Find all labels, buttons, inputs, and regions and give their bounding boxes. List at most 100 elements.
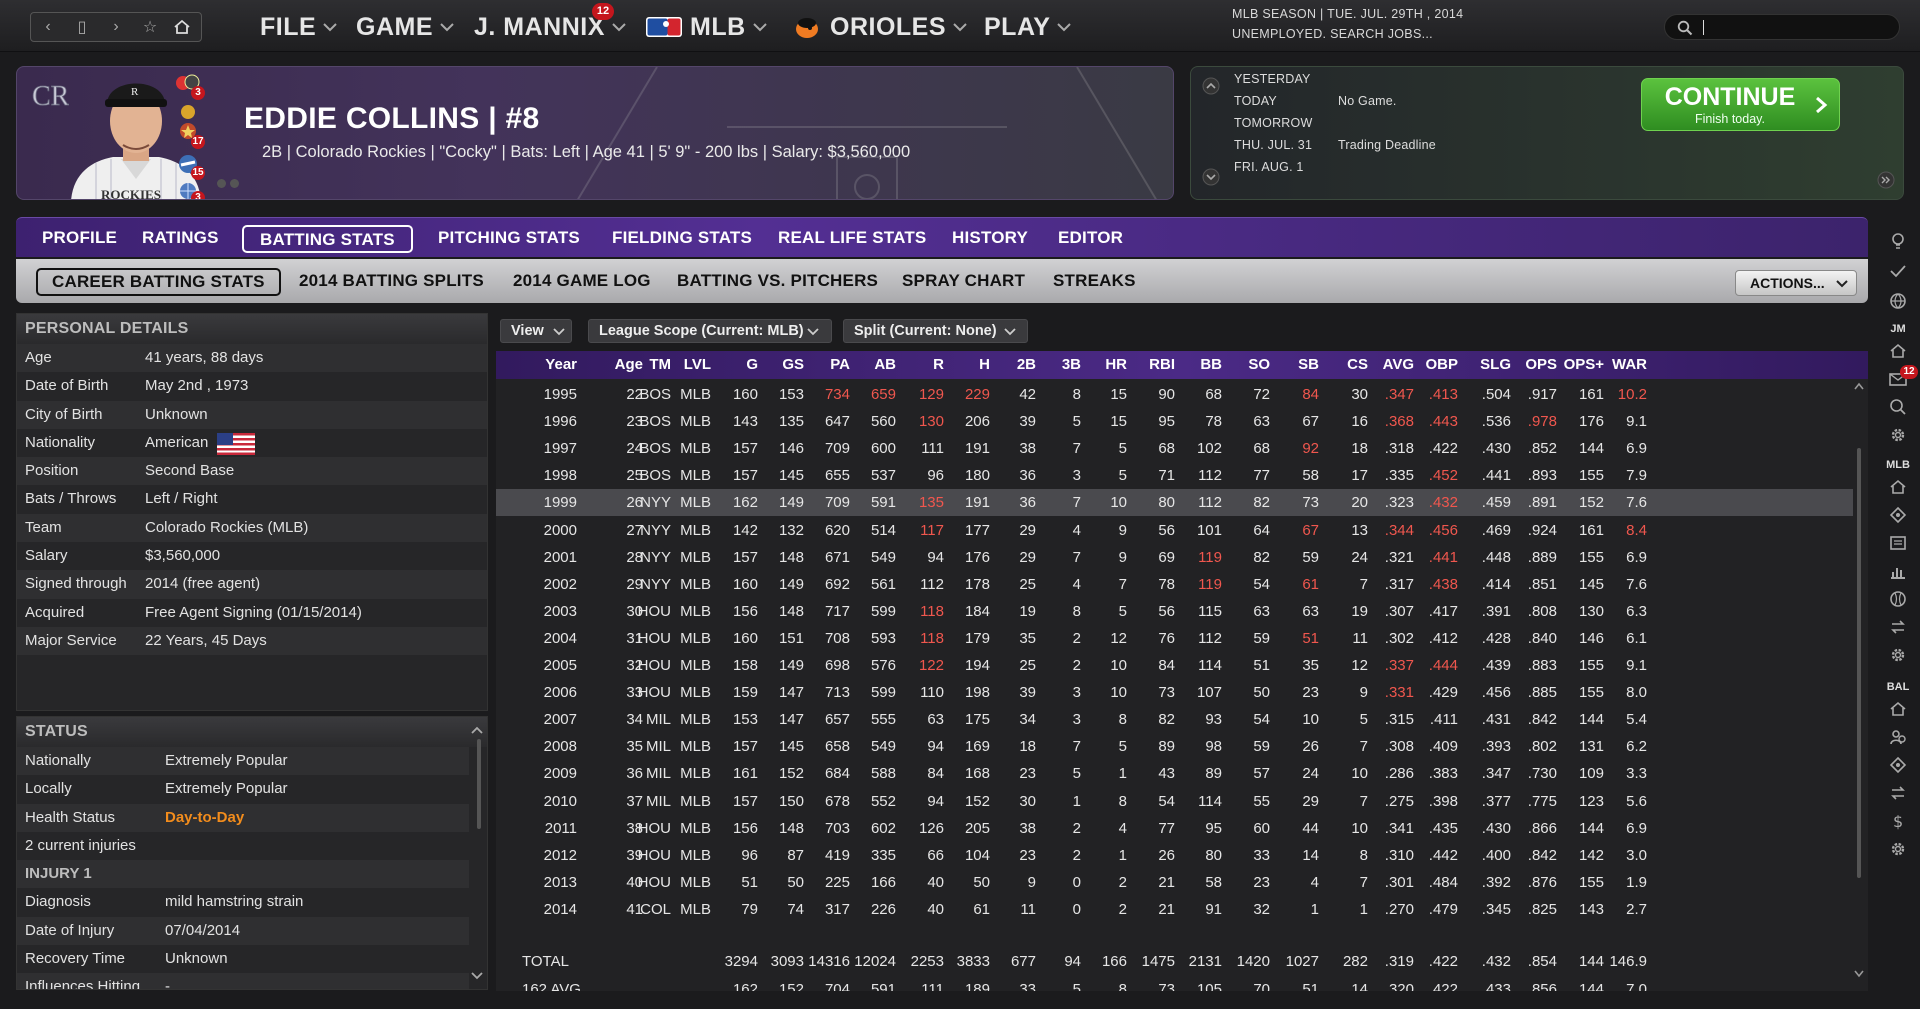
tab-real-life-stats[interactable]: REAL LIFE STATS: [778, 218, 926, 258]
subtab-batting-vs-pitchers[interactable]: BATTING VS. PITCHERS: [677, 259, 878, 303]
news-icon[interactable]: [1888, 533, 1908, 553]
subtab-spray-chart[interactable]: SPRAY CHART: [902, 259, 1025, 303]
cell-tm[interactable]: BOS: [639, 435, 671, 462]
chevron-up-icon[interactable]: [1854, 382, 1864, 390]
schedule-row[interactable]: TODAY No Game.: [1234, 94, 1594, 116]
table-row[interactable]: 2000 27 NYY MLB 142 132 620 514 117 177 29 4 9 56 101 6…: [496, 517, 1853, 544]
column-header-bb[interactable]: BB: [1200, 351, 1222, 379]
subtab-2014-game-log[interactable]: 2014 GAME LOG: [513, 259, 651, 303]
column-header-avg[interactable]: AVG: [1383, 351, 1414, 379]
menu-play[interactable]: PLAY: [984, 12, 1072, 42]
table-row[interactable]: 1996 23 BOS MLB 143 135 647 560 130 206 39 5 15 95 78 6…: [496, 408, 1853, 435]
cell-tm[interactable]: MIL: [646, 788, 671, 815]
tab-history[interactable]: HISTORY: [952, 218, 1028, 258]
lightbulb-icon[interactable]: [1888, 231, 1908, 251]
column-header-ab[interactable]: AB: [874, 351, 896, 379]
column-header-tm[interactable]: TM: [649, 351, 671, 379]
page-icon[interactable]: ▯: [71, 17, 93, 37]
cell-tm[interactable]: MIL: [646, 733, 671, 760]
gear-icon[interactable]: [1888, 425, 1908, 445]
home-icon[interactable]: [1888, 341, 1908, 361]
schedule-row[interactable]: TOMORROW: [1234, 116, 1594, 138]
subtab-career-batting-stats[interactable]: CAREER BATTING STATS: [36, 268, 281, 296]
team-link[interactable]: Colorado Rockies (MLB): [145, 514, 308, 542]
baseball-icon[interactable]: [1888, 589, 1908, 609]
table-row[interactable]: 2013 40 HOU MLB 51 50 225 166 40 50 9 0 2 21 58 23 4 7.30…: [496, 869, 1853, 896]
table-row[interactable]: 1995 22 BOS MLB 160 153 734 659 129 229 42 8 15 90 68 7…: [496, 381, 1853, 408]
search-input[interactable]: [1664, 14, 1900, 40]
column-header-h[interactable]: H: [979, 351, 990, 379]
column-header-ops[interactable]: OPS: [1525, 351, 1557, 379]
table-row[interactable]: 2002 29 NYY MLB 160 149 692 561 112 178 25 4 7 78 119 5…: [496, 571, 1853, 598]
cell-tm[interactable]: BOS: [639, 381, 671, 408]
cell-tm[interactable]: HOU: [638, 869, 671, 896]
column-header-g[interactable]: G: [746, 351, 758, 379]
table-row[interactable]: 1997 24 BOS MLB 157 146 709 600 111 191 38 7 5 68 102 6…: [496, 435, 1853, 462]
schedule-row[interactable]: FRI. AUG. 1: [1234, 160, 1594, 182]
tab-editor[interactable]: EDITOR: [1058, 218, 1123, 258]
table-row[interactable]: 2011 38 HOU MLB 156 148 703 602 126 205 38 2 4 77 95 60…: [496, 815, 1853, 842]
forward-icon[interactable]: ›: [105, 18, 127, 36]
table-scrollbar[interactable]: [1854, 382, 1864, 982]
schedule-row[interactable]: YESTERDAY: [1234, 72, 1594, 94]
cell-tm[interactable]: HOU: [638, 625, 671, 652]
diamond-icon[interactable]: [1888, 755, 1908, 775]
cell-tm[interactable]: MIL: [646, 706, 671, 733]
cell-tm[interactable]: HOU: [638, 598, 671, 625]
table-row[interactable]: 2007 34 MIL MLB 153 147 657 555 63 175 34 3 8 82 93 54 1…: [496, 706, 1853, 733]
column-header-rbi[interactable]: RBI: [1149, 351, 1175, 379]
table-row[interactable]: 2009 36 MIL MLB 161 152 684 588 84 168 23 5 1 43 89 57 2…: [496, 760, 1853, 787]
chevron-up-icon[interactable]: [471, 725, 483, 735]
column-header-slg[interactable]: SLG: [1480, 351, 1511, 379]
home-icon[interactable]: [1888, 477, 1908, 497]
scroll-down-icon[interactable]: [1202, 168, 1220, 186]
table-row[interactable]: 2008 35 MIL MLB 157 145 658 549 94 169 18 7 5 89 98 59 2…: [496, 733, 1853, 760]
cell-tm[interactable]: HOU: [638, 679, 671, 706]
column-header-so[interactable]: SO: [1248, 351, 1270, 379]
table-row[interactable]: 2001 28 NYY MLB 157 148 671 549 94 176 29 7 9 69 119 82…: [496, 544, 1853, 571]
table-row[interactable]: 2014 41 COL MLB 79 74 317 226 40 61 11 0 2 21 91 32 1 1.2…: [496, 896, 1853, 923]
season-status[interactable]: MLB SEASON | TUE. JUL. 29TH , 2014 UNEMP…: [1232, 4, 1463, 44]
globe-icon[interactable]: [1888, 291, 1908, 311]
cell-tm[interactable]: NYY: [640, 571, 671, 598]
column-header-2b[interactable]: 2B: [1017, 351, 1036, 379]
dollar-icon[interactable]: $: [1888, 811, 1908, 831]
cell-tm[interactable]: NYY: [640, 517, 671, 544]
roster-icon[interactable]: [1888, 727, 1908, 747]
gear-icon[interactable]: [1888, 839, 1908, 859]
table-row[interactable]: 1998 25 BOS MLB 157 145 655 537 96 180 36 3 5 71 112 77…: [496, 462, 1853, 489]
league-scope-dropdown[interactable]: League Scope (Current: MLB): [588, 319, 832, 343]
column-header-r[interactable]: R: [933, 351, 944, 379]
cell-tm[interactable]: HOU: [638, 652, 671, 679]
cell-tm[interactable]: HOU: [638, 842, 671, 869]
cell-tm[interactable]: HOU: [638, 815, 671, 842]
table-row[interactable]: 2012 39 HOU MLB 96 87 419 335 66 104 23 2 1 26 80 33 14 8…: [496, 842, 1853, 869]
column-header-cs[interactable]: CS: [1347, 351, 1368, 379]
menu-orioles[interactable]: ORIOLES: [792, 12, 968, 42]
cell-tm[interactable]: NYY: [640, 489, 671, 516]
transactions-icon[interactable]: [1888, 617, 1908, 637]
chevron-down-icon[interactable]: [1854, 970, 1864, 978]
menu-game[interactable]: GAME: [356, 12, 455, 42]
chevron-down-icon[interactable]: [471, 971, 483, 981]
tab-batting-stats[interactable]: BATTING STATS: [242, 225, 413, 253]
menu-file[interactable]: FILE: [260, 12, 338, 42]
expand-icon[interactable]: [1877, 171, 1895, 189]
column-header-hr[interactable]: HR: [1105, 351, 1127, 379]
diamond-icon[interactable]: [1888, 505, 1908, 525]
tab-profile[interactable]: PROFILE: [42, 218, 117, 258]
view-dropdown[interactable]: View: [500, 319, 572, 343]
split-dropdown[interactable]: Split (Current: None): [843, 319, 1028, 343]
table-row[interactable]: 2006 33 HOU MLB 159 147 713 599 110 198 39 3 10 73 107…: [496, 679, 1853, 706]
cell-tm[interactable]: BOS: [639, 408, 671, 435]
tab-fielding-stats[interactable]: FIELDING STATS: [612, 218, 752, 258]
scrollbar-thumb[interactable]: [1857, 448, 1861, 878]
search-icon[interactable]: [1888, 397, 1908, 417]
back-icon[interactable]: ‹: [37, 18, 59, 36]
column-header-age[interactable]: Age: [615, 351, 643, 379]
subtab-2014-batting-splits[interactable]: 2014 BATTING SPLITS: [299, 259, 484, 303]
subtab-streaks[interactable]: STREAKS: [1053, 259, 1136, 303]
star-icon[interactable]: ☆: [139, 17, 161, 37]
avg-row[interactable]: 162 AVG 162 152 704 591 111 189 33 5 8 73 105 70 51 14…: [496, 976, 1853, 991]
scroll-up-icon[interactable]: [1202, 77, 1220, 95]
